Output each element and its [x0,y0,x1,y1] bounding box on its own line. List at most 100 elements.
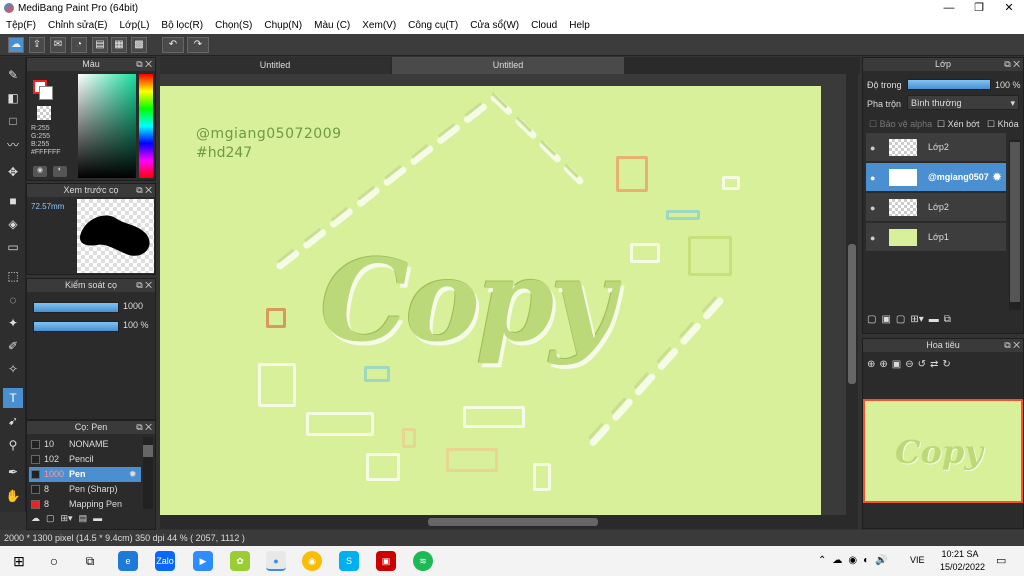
maximize-button[interactable]: ❐ [964,0,994,17]
menu-view[interactable]: Xem(V) [356,20,402,31]
select-eraser-icon[interactable]: ✧ [3,359,23,379]
notification-icon[interactable]: ▭ [996,554,1006,567]
brush-item[interactable]: 8 Pen (Sharp) [29,482,141,497]
folder-icon[interactable]: ▬ [93,513,102,527]
gear-icon[interactable]: ✹ [992,170,1002,184]
redo-icon[interactable]: ↷ [187,37,209,53]
undo-icon[interactable]: ↶ [162,37,184,53]
layer-opacity-slider[interactable] [907,79,991,90]
task-view-icon[interactable]: ⧉ [80,551,100,571]
layer-row[interactable]: ● Lớp2 [866,133,1006,162]
rotate-left-icon[interactable]: ↺ [918,359,926,370]
panel-close-icon[interactable]: ⧉ ✕ [136,421,152,434]
copy-layer-icon[interactable]: ▣ [881,314,890,325]
menu-edit[interactable]: Chỉnh sửa(E) [42,20,114,31]
panel-close-icon[interactable]: ⧉ ✕ [136,184,152,197]
brush-list-scrollbar[interactable] [143,437,153,509]
new-layer-icon[interactable]: ▢ [867,314,876,325]
brush-item[interactable]: 10 NONAME [29,437,141,452]
menu-select[interactable]: Chọn(S) [209,20,258,31]
fit-window-icon[interactable]: ▣ [892,359,901,370]
add-brush-icon[interactable]: ⊞▾ [61,513,73,527]
app-icon[interactable]: ▣ [376,551,396,571]
hand-tool-icon[interactable]: ✋ [3,486,23,506]
windows-start-icon[interactable]: ⊞ [9,551,29,571]
navigator-thumbnail[interactable]: Copy [863,399,1023,503]
spotify-icon[interactable]: ≋ [413,551,433,571]
minimize-button[interactable]: — [934,0,964,17]
visibility-eye-icon[interactable]: ● [870,233,875,243]
eyedropper-icon[interactable]: ⚲ [3,435,23,455]
visibility-eye-icon[interactable]: ● [870,143,875,153]
horizontal-scrollbar[interactable] [160,515,858,529]
drawing-canvas[interactable]: @mgiang05072009 #hd247 Copy [160,86,821,516]
menu-layer[interactable]: Lớp(L) [114,20,156,31]
magic-wand-icon[interactable]: ✦ [3,313,23,333]
menu-cloud[interactable]: Cloud [525,20,563,31]
zoom-fit-icon[interactable]: ⊕ [867,359,875,370]
zoom-out-icon[interactable]: ⊖ [905,359,913,370]
layer-row-selected[interactable]: ● @mgiang0507 ✹ [866,163,1006,192]
operation-tool-icon[interactable]: ➹ [3,411,23,431]
vertical-scrollbar[interactable] [846,74,858,515]
medibang-icon[interactable]: ✿ [230,551,250,571]
rect-tool-icon[interactable]: □ [3,111,23,131]
brush-item-selected[interactable]: 1000 Pen ✹ [29,467,141,482]
select-rect-icon[interactable]: ⬚ [3,266,23,286]
edge-icon[interactable]: e [118,551,138,571]
folder-icon[interactable]: ▬ [929,314,939,325]
menu-help[interactable]: Help [563,20,596,31]
copy-brush-icon[interactable]: ▤ [79,513,88,527]
blend-mode-select[interactable]: Bình thường ▾ [907,95,1019,110]
transparent-swatch[interactable] [37,106,51,120]
clock[interactable]: 10:21 SA 15/02/2022 [940,549,985,572]
clipping-checkbox[interactable]: ☐ Xén bớt [937,119,980,130]
comment-icon[interactable]: ✉ [50,37,66,53]
bucket-tool-icon[interactable]: ◈ [3,214,23,234]
add-layer-menu-icon[interactable]: ⊞▾ [910,314,923,325]
layer-list-scrollbar[interactable] [1009,140,1021,310]
menu-filter[interactable]: Bộ lọc(R) [155,20,209,31]
new-layer-alt-icon[interactable]: ▢ [896,314,905,325]
horizontal-scroll-thumb[interactable] [428,518,598,526]
rotate-right-icon[interactable]: ↻ [942,359,950,370]
fill-rect-tool-icon[interactable]: ■ [3,191,23,211]
panel-close-icon[interactable]: ⧉ ✕ [1004,58,1020,71]
document-icon[interactable]: ▤ [92,37,108,53]
upload-icon[interactable]: ⇪ [29,37,45,53]
palette-icon[interactable]: ◐ [53,166,67,177]
saturation-picker[interactable] [78,74,136,178]
eraser-tool-icon[interactable]: ◧ [3,88,23,108]
tab-untitled-1[interactable]: Untitled [160,57,390,74]
eye-icon[interactable]: ◉ [33,166,47,177]
lock-checkbox[interactable]: ☐ Khóa [987,119,1019,130]
panel-close-icon[interactable]: ⧉ ✕ [136,58,152,71]
menu-tools[interactable]: Công cụ(T) [402,20,464,31]
language-indicator[interactable]: VIE [910,555,925,565]
chat-icon[interactable]: ◔ [71,37,87,53]
system-tray-icons[interactable]: ⌃☁◉◐🔊 [818,555,894,566]
zoom-in-icon[interactable]: ⊕ [879,359,887,370]
panel-close-icon[interactable]: ⧉ ✕ [1004,339,1020,352]
background-color-swatch[interactable] [39,86,53,100]
lasso-icon[interactable]: ◌ [3,290,23,310]
layout-icon[interactable]: ▩ [131,37,147,53]
brush-item[interactable]: 102 Pencil [29,452,141,467]
visibility-eye-icon[interactable]: ● [870,173,875,183]
cloud-brush-icon[interactable]: ☁ [31,513,40,527]
gradient-tool-icon[interactable]: ▭ [3,237,23,257]
brush-opacity-slider[interactable] [33,321,119,332]
select-pen-icon[interactable]: ✐ [3,336,23,356]
tab-untitled-2[interactable]: Untitled [392,57,624,74]
move-tool-icon[interactable]: ✥ [3,162,23,182]
close-button[interactable]: ✕ [994,0,1024,17]
cloud-icon[interactable]: ☁ [8,37,24,53]
brush-tool-icon[interactable]: ✎ [3,65,23,85]
layer-row[interactable]: ● Lớp2 [866,193,1006,222]
medibang-paint-icon[interactable]: ● [266,551,286,571]
merge-layer-icon[interactable]: ⧉ [944,314,951,325]
pen-tool-icon[interactable]: ✒ [3,462,23,482]
visibility-eye-icon[interactable]: ● [870,203,875,213]
zoom-icon[interactable]: ▶ [193,551,213,571]
grid-icon[interactable]: ▦ [111,37,127,53]
